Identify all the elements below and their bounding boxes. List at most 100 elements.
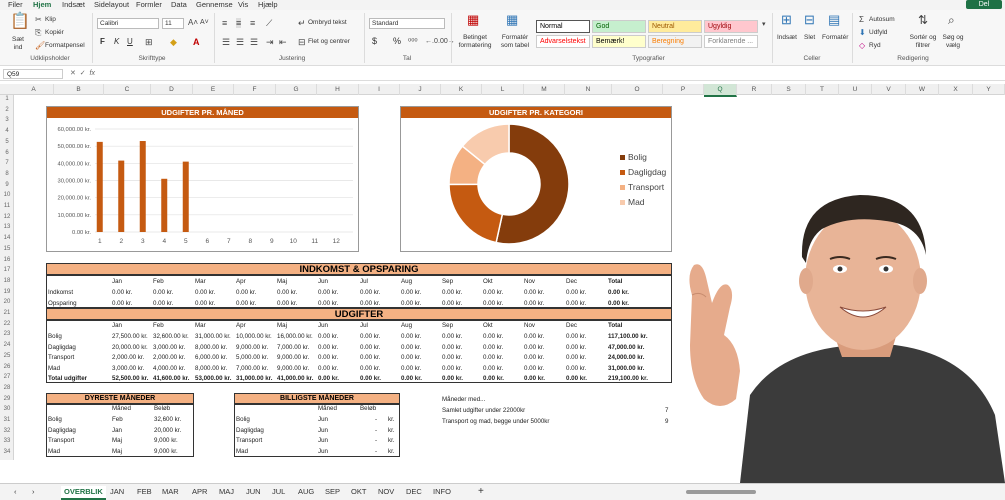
- paste-button[interactable]: Sæt ind: [8, 36, 28, 52]
- menu-hjælp[interactable]: Hjælp: [258, 0, 278, 10]
- row-header-23[interactable]: 23: [0, 331, 14, 337]
- menu-filer[interactable]: Filer: [8, 0, 23, 10]
- paste-icon[interactable]: 📋: [10, 14, 30, 30]
- row-header-24[interactable]: 24: [0, 342, 14, 348]
- column-header-I[interactable]: I: [359, 84, 400, 95]
- expense-row-value[interactable]: 0.00 kr.: [318, 374, 339, 383]
- column-header-C[interactable]: C: [104, 84, 151, 95]
- indent-icon[interactable]: ⇥: [266, 37, 274, 47]
- scissors-icon[interactable]: ✂: [35, 15, 42, 25]
- bar-1[interactable]: [96, 141, 103, 232]
- find-select-button[interactable]: Søg og vælg: [938, 34, 968, 50]
- name-box[interactable]: Q59: [3, 69, 63, 79]
- expense-row-value[interactable]: 9,000.00 kr.: [277, 364, 309, 373]
- billigste-month[interactable]: Jun: [318, 447, 328, 456]
- column-header-W[interactable]: W: [906, 84, 939, 95]
- income-row-value[interactable]: 0.00 kr.: [236, 299, 256, 308]
- income-row-value[interactable]: 0.00 kr.: [524, 288, 544, 297]
- dyreste-month[interactable]: Jan: [112, 426, 122, 435]
- expense-row-value[interactable]: 0.00 kr.: [442, 353, 462, 362]
- expense-row-value[interactable]: 6,000.00 kr.: [195, 353, 227, 362]
- billigste-dash[interactable]: -: [375, 426, 377, 435]
- expense-row-value[interactable]: 0.00 kr.: [524, 353, 544, 362]
- expense-row-value[interactable]: 0.00 kr.: [566, 343, 586, 352]
- expense-row-value[interactable]: 0.00 kr.: [360, 353, 380, 362]
- align-bottom-icon[interactable]: ≡: [250, 18, 255, 28]
- cancel-icon[interactable]: ✕: [70, 70, 76, 77]
- bar-5[interactable]: [182, 161, 189, 232]
- expense-row-value[interactable]: 0.00 kr.: [318, 343, 338, 352]
- expense-row-value[interactable]: 0.00 kr.: [524, 332, 544, 341]
- row-header-21[interactable]: 21: [0, 310, 14, 316]
- expense-row-value[interactable]: 0.00 kr.: [524, 364, 544, 373]
- income-row-value[interactable]: 0.00 kr.: [483, 299, 503, 308]
- sheet-tab-info[interactable]: INFO: [433, 486, 451, 498]
- column-header-H[interactable]: H: [317, 84, 359, 95]
- bar-4[interactable]: [161, 178, 168, 232]
- row-header-12[interactable]: 12: [0, 214, 14, 220]
- bar-3[interactable]: [139, 141, 146, 232]
- income-row-total[interactable]: 0.00 kr.: [608, 299, 629, 308]
- fx-icon[interactable]: ✕ ✓ fx: [70, 69, 95, 77]
- column-header-D[interactable]: D: [151, 84, 193, 95]
- share-button[interactable]: Del: [966, 0, 1002, 9]
- row-header-15[interactable]: 15: [0, 246, 14, 252]
- cell-style-5[interactable]: Bemærk!: [592, 35, 646, 48]
- format-table-icon[interactable]: ▦: [506, 13, 518, 26]
- align-right-icon[interactable]: ☰: [250, 37, 258, 47]
- font-color-icon[interactable]: A: [193, 37, 200, 47]
- sort-filter-button[interactable]: Sortér og filtrer: [908, 34, 938, 50]
- row-header-20[interactable]: 20: [0, 299, 14, 305]
- sheet-tab-jun[interactable]: JUN: [246, 486, 261, 498]
- row-header-32[interactable]: 32: [0, 428, 14, 434]
- conditional-format-button[interactable]: Betinget formatering: [455, 34, 495, 50]
- column-header-V[interactable]: V: [872, 84, 906, 95]
- row-header-11[interactable]: 11: [0, 203, 14, 209]
- expense-row-value[interactable]: 9,000.00 kr.: [277, 353, 309, 362]
- cell-style-7[interactable]: Forklarende ...: [704, 35, 758, 48]
- sheet-tab-sep[interactable]: SEP: [325, 486, 340, 498]
- format-cells-button[interactable]: Formatér: [822, 34, 848, 42]
- bar-2[interactable]: [118, 160, 125, 232]
- expense-row-value[interactable]: 0.00 kr.: [360, 343, 380, 352]
- expense-row-total[interactable]: 24,000.00 kr.: [608, 353, 644, 362]
- horizontal-scrollbar[interactable]: [686, 490, 756, 494]
- expense-row-value[interactable]: 0.00 kr.: [524, 374, 545, 383]
- cell-style-6[interactable]: Beregning: [648, 35, 702, 48]
- row-header-4[interactable]: 4: [0, 128, 14, 134]
- dyreste-amount[interactable]: 20,000 kr.: [154, 426, 181, 435]
- expense-row-total[interactable]: 31,000.00 kr.: [608, 364, 644, 373]
- row-header-29[interactable]: 29: [0, 396, 14, 402]
- expense-row-value[interactable]: 0.00 kr.: [318, 353, 338, 362]
- income-row-value[interactable]: 0.00 kr.: [401, 299, 421, 308]
- expense-row-value[interactable]: 32,600.00 kr.: [153, 332, 189, 341]
- sheet-tab-jul[interactable]: JUL: [272, 486, 285, 498]
- column-header-J[interactable]: J: [400, 84, 441, 95]
- fill-button[interactable]: Udfyld: [869, 29, 887, 37]
- note-value[interactable]: 7: [665, 406, 668, 415]
- expense-row-value[interactable]: 41,000.00 kr.: [277, 374, 313, 383]
- cell-style-4[interactable]: Advarselstekst: [536, 35, 590, 48]
- expense-row-value[interactable]: 0.00 kr.: [566, 353, 586, 362]
- menu-sidelayout[interactable]: Sidelayout: [94, 0, 129, 10]
- enter-icon[interactable]: ✓: [80, 70, 86, 77]
- format-as-table-button[interactable]: Formatér som tabel: [496, 34, 534, 50]
- borders-icon[interactable]: ⊞: [145, 37, 153, 47]
- scroll-left-icon[interactable]: ‹: [14, 486, 17, 498]
- expense-row-value[interactable]: 53,000.00 kr.: [195, 374, 231, 383]
- column-header-G[interactable]: G: [276, 84, 317, 95]
- dyreste-amount[interactable]: 32,600 kr.: [154, 415, 181, 424]
- row-header-34[interactable]: 34: [0, 449, 14, 455]
- delete-cells-icon[interactable]: ⊟: [804, 13, 815, 26]
- formula-input[interactable]: [110, 69, 998, 79]
- income-row-value[interactable]: 0.00 kr.: [236, 288, 256, 297]
- conditional-format-icon[interactable]: ▦: [467, 13, 479, 26]
- wrap-icon[interactable]: ↵: [298, 18, 306, 28]
- expense-row-value[interactable]: 0.00 kr.: [566, 332, 586, 341]
- format-painter-button[interactable]: Formatpensel: [45, 42, 85, 50]
- column-header-Y[interactable]: Y: [973, 84, 1005, 95]
- row-header-31[interactable]: 31: [0, 417, 14, 423]
- billigste-dash[interactable]: -: [375, 415, 377, 424]
- income-row-value[interactable]: 0.00 kr.: [442, 288, 462, 297]
- expense-row-value[interactable]: 4,000.00 kr.: [153, 364, 185, 373]
